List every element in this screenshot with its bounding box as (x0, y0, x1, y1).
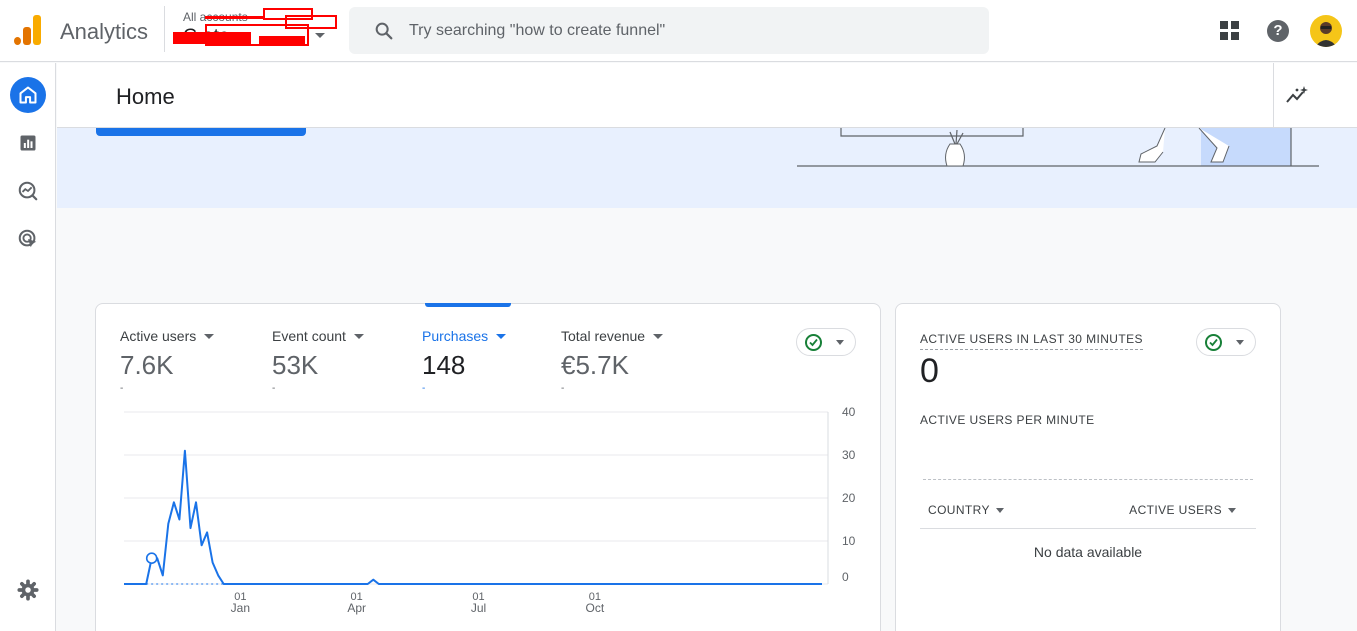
redaction-mark (259, 36, 305, 46)
purchases-line-chart: 40302010001Jan01Apr01Jul01Oct (124, 405, 856, 615)
metric-value: 148 (422, 350, 466, 380)
data-quality-status-button[interactable] (796, 328, 856, 356)
check-circle-icon (805, 334, 822, 351)
nav-item-explore[interactable] (10, 173, 46, 209)
metric-value: €5.7K (561, 350, 629, 380)
column-header-active-users[interactable]: ACTIVE USERS (1129, 503, 1236, 517)
search-input[interactable] (409, 7, 969, 54)
page-title: Home (116, 84, 175, 109)
metric-change: - (272, 383, 276, 394)
nav-item-home[interactable] (10, 77, 46, 113)
y-tick-label: 0 (842, 570, 849, 584)
search-bar[interactable] (349, 7, 989, 54)
x-tick-month-label: Oct (586, 601, 605, 615)
x-tick-month-label: Jan (231, 601, 250, 615)
avatar[interactable] (1310, 15, 1342, 47)
per-minute-label: ACTIVE USERS PER MINUTE (920, 413, 1095, 427)
metric-tab-total-revenue[interactable]: Total revenue €5.7K - (561, 328, 664, 394)
series-line-purchases[interactable] (124, 449, 822, 585)
caret-down-icon (496, 333, 507, 339)
metric-tab-event-count[interactable]: Event count 53K - (272, 328, 364, 394)
metric-change: - (561, 383, 565, 394)
metric-tab-active-users[interactable]: Active users 7.6K - (120, 328, 215, 394)
nav-item-reports[interactable] (10, 125, 46, 161)
explore-icon (18, 181, 38, 201)
page-header: Home (57, 63, 1357, 128)
home-icon (19, 86, 37, 104)
redaction-mark (205, 16, 265, 19)
y-tick-label: 10 (842, 534, 856, 548)
check-circle-icon (1205, 334, 1222, 351)
metric-change: - (120, 383, 124, 394)
caret-down-icon (1236, 340, 1244, 345)
x-tick-month-label: Apr (347, 601, 366, 615)
nav-item-admin[interactable] (10, 572, 46, 608)
caret-down-icon (653, 333, 664, 339)
chevron-down-icon (315, 33, 325, 38)
top-bar: Analytics All accounts G ate ? (0, 0, 1357, 62)
divider (1273, 63, 1274, 128)
realtime-table-header: COUNTRY ACTIVE USERS (920, 501, 1256, 529)
per-minute-baseline (923, 479, 1253, 480)
gear-icon (17, 579, 39, 601)
caret-down-icon (353, 333, 364, 339)
realtime-status-button[interactable] (1196, 328, 1256, 356)
x-tick-month-label: Jul (471, 601, 486, 615)
app-name: Analytics (60, 19, 149, 44)
realtime-title[interactable]: ACTIVE USERS IN LAST 30 MINUTES (920, 332, 1143, 350)
caret-down-icon (836, 340, 844, 345)
apps-grid-icon[interactable] (1220, 21, 1240, 41)
caret-down-icon (204, 333, 215, 339)
y-tick-label: 40 (842, 405, 856, 419)
search-icon (375, 22, 393, 40)
left-nav-rail (0, 63, 56, 631)
empty-state-text: No data available (1033, 544, 1143, 560)
metric-change: - (422, 383, 426, 394)
banner-illustration (797, 128, 1319, 167)
caret-down-icon (1228, 507, 1236, 513)
bar-chart-icon (20, 135, 36, 151)
metric-label: Total revenue (561, 328, 646, 344)
metric-label: Purchases (422, 328, 489, 344)
target-cursor-icon (18, 229, 37, 248)
caret-down-icon (995, 507, 1004, 513)
metric-label: Active users (120, 328, 197, 344)
y-tick-label: 30 (842, 448, 856, 462)
realtime-card: ACTIVE USERS IN LAST 30 MINUTES 0 ACTIVE… (895, 303, 1281, 631)
realtime-value: 0 (920, 352, 939, 390)
sparkline-insights-icon[interactable] (1285, 84, 1309, 108)
column-header-country[interactable]: COUNTRY (928, 503, 1004, 517)
metric-value: 7.6K (120, 350, 174, 380)
selected-metric-indicator (425, 303, 511, 307)
overview-card: Active users 7.6K - Event count 53K - Pu… (95, 303, 881, 631)
nav-item-advertising[interactable] (10, 221, 46, 257)
y-tick-label: 20 (842, 491, 856, 505)
welcome-banner (57, 128, 1357, 208)
metric-value: 53K (272, 350, 319, 380)
hover-point-marker[interactable] (145, 552, 158, 564)
account-selector[interactable]: All accounts G ate (164, 6, 339, 52)
metric-label: Event count (272, 328, 346, 344)
help-icon[interactable]: ? (1267, 20, 1289, 42)
metric-tab-purchases[interactable]: Purchases 148 - (422, 328, 507, 394)
analytics-logo[interactable] (14, 15, 42, 45)
